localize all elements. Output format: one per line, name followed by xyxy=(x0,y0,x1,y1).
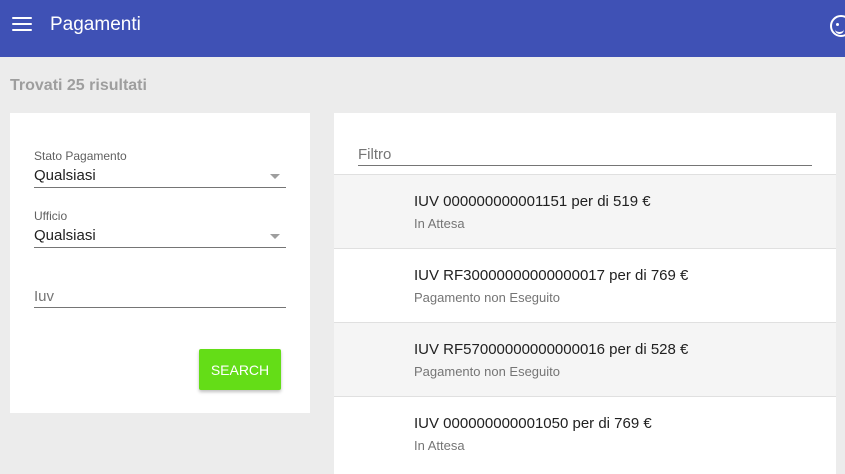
payment-title: IUV 000000000001050 per di 769 € xyxy=(414,415,652,432)
ufficio-select[interactable]: Qualsiasi xyxy=(34,225,286,248)
dropdown-arrow-icon xyxy=(270,234,280,239)
list-filter-field xyxy=(358,144,812,166)
payment-status: In Attesa xyxy=(414,438,465,453)
ufficio-value: Qualsiasi xyxy=(34,227,96,244)
filtro-input[interactable] xyxy=(358,144,812,166)
payment-title: IUV RF30000000000000017 per di 769 € xyxy=(414,267,689,284)
payment-title: IUV RF57000000000000016 per di 528 € xyxy=(414,341,689,358)
stato-pagamento-select[interactable]: Qualsiasi xyxy=(34,165,286,188)
menu-icon[interactable] xyxy=(12,17,32,32)
payment-status: Pagamento non Eseguito xyxy=(414,364,560,379)
iuv-field xyxy=(34,286,286,308)
ufficio-label: Ufficio xyxy=(34,209,68,223)
stato-pagamento-label: Stato Pagamento xyxy=(34,149,127,163)
payments-list-panel: IUV 000000000001151 per di 519 € In Atte… xyxy=(334,113,836,474)
list-item[interactable]: IUV RF57000000000000016 per di 528 € Pag… xyxy=(334,322,836,396)
results-count: Trovati 25 risultati xyxy=(10,77,147,94)
list-item[interactable]: IUV 000000000001050 per di 769 € In Atte… xyxy=(334,396,836,470)
payment-title: IUV 000000000001151 per di 519 € xyxy=(414,193,651,210)
payment-status: Pagamento non Eseguito xyxy=(414,290,560,305)
payment-list: IUV 000000000001151 per di 519 € In Atte… xyxy=(334,174,836,470)
ufficio-field: Ufficio Qualsiasi xyxy=(34,209,286,248)
stato-pagamento-value: Qualsiasi xyxy=(34,167,96,184)
app-bar: Pagamenti xyxy=(0,0,845,57)
iuv-input[interactable] xyxy=(34,286,286,308)
dropdown-arrow-icon xyxy=(270,174,280,179)
page-title: Pagamenti xyxy=(50,14,141,35)
stato-pagamento-field: Stato Pagamento Qualsiasi xyxy=(34,149,286,188)
account-circle-icon[interactable] xyxy=(830,15,845,37)
search-button[interactable]: Search xyxy=(199,349,281,390)
payment-status: In Attesa xyxy=(414,216,465,231)
list-item[interactable]: IUV RF30000000000000017 per di 769 € Pag… xyxy=(334,248,836,322)
list-item[interactable]: IUV 000000000001151 per di 519 € In Atte… xyxy=(334,174,836,248)
filter-panel: Stato Pagamento Qualsiasi Ufficio Qualsi… xyxy=(10,113,310,413)
